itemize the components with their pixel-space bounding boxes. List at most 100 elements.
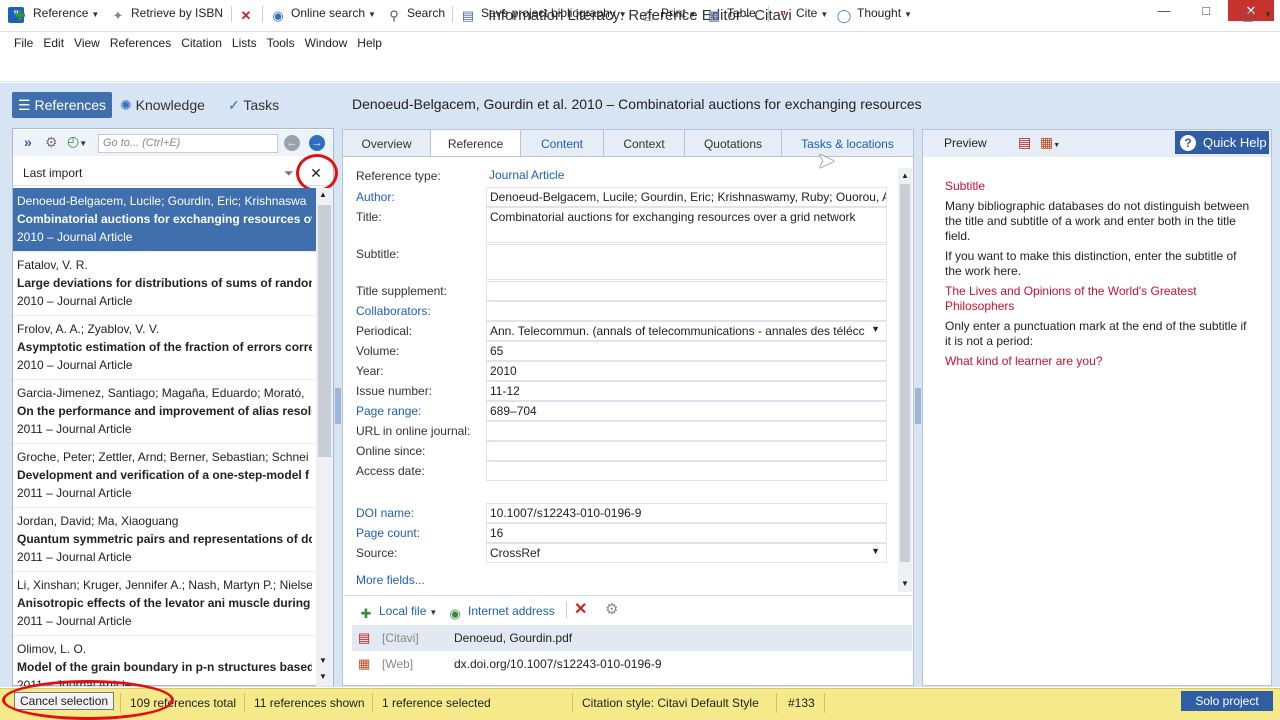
list-item[interactable]: Groche, Peter; Zettler, Arnd; Berner, Se… [13,444,316,508]
bibliography-icon: ▤ [461,8,475,23]
list-item[interactable]: Olimov, L. O. Model of the grain boundary… [13,636,316,686]
year-label: Year: [356,364,384,378]
save-bibliography-button[interactable]: ▤ Save project bibliography ▼ [460,4,627,23]
tab-reference[interactable]: Reference [430,129,521,157]
issue-field[interactable]: 11-12 [486,381,887,401]
retrieve-isbn-button[interactable]: ✦ Retrieve by ISBN [110,4,224,23]
doi-field[interactable]: 10.1007/s12243-010-0196-9 [486,503,887,523]
toolbar-divider [262,6,263,22]
menu-window[interactable]: Window [305,32,348,50]
scroll-end-icon[interactable]: ▼ [319,672,327,681]
subtitle-field[interactable] [486,244,887,280]
access-date-field[interactable] [486,461,887,481]
nav-references[interactable]: ☰ References [12,92,112,118]
title-supplement-field[interactable] [486,281,887,301]
online-since-field[interactable] [486,441,887,461]
books-icon: ☰ [18,97,35,113]
year-field[interactable]: 2010 [486,361,887,381]
gear-icon[interactable]: ⚙ [45,134,58,151]
online-search-button[interactable]: ◉ Online search ▼ [270,4,376,23]
goto-input[interactable]: Go to... (Ctrl+E) [98,134,278,153]
minimize-button[interactable]: — [1150,0,1178,21]
chevron-down-icon: ▼ [91,10,100,19]
add-reference-button[interactable]: ✚ Reference ▼ [12,4,100,23]
menu-tools[interactable]: Tools [267,32,295,50]
scrollbar-thumb[interactable] [318,205,331,457]
menu-view[interactable]: View [74,32,100,50]
delete-attachment-icon[interactable]: ✕ [574,601,587,619]
source-select[interactable]: CrossRef ▼ [486,543,887,563]
chevron-down-icon: ▼ [429,608,438,617]
page-count-field[interactable]: 16 [486,523,887,543]
attachment-row[interactable]: ▤ [Citavi] Denoeud, Gourdin.pdf [352,625,912,651]
cite-button[interactable]: ” Cite ▼ [775,4,829,23]
tab-content[interactable]: Content [520,129,604,157]
globe-add-icon: ◉ [449,606,461,621]
collaborators-field[interactable] [486,301,887,321]
print-button[interactable]: ⎙ Print ▼ [640,4,697,23]
add-file-icon: ✚ [360,606,372,621]
search-button[interactable]: ⚲ Search [386,4,445,23]
subtitle-label: Subtitle: [356,247,400,261]
list-item[interactable]: Garcia-Jimenez, Santiago; Magaña, Eduard… [13,380,316,444]
scroll-up-icon[interactable]: ▲ [319,190,327,199]
web-preview-icon[interactable]: ▦▼ [1040,134,1060,151]
periodical-select[interactable]: Ann. Telecommun. (annals of telecommunic… [486,321,887,341]
status-citation-style[interactable]: Citation style: Citavi Default Style [582,694,759,712]
thought-button[interactable]: ◯ Thought ▼ [836,4,912,23]
list-item[interactable]: Li, Xinshan; Kruger, Jennifer A.; Nash, … [13,572,316,636]
scrollbar-thumb[interactable] [900,184,910,562]
volume-field[interactable]: 65 [486,341,887,361]
url-field[interactable] [486,421,887,441]
menu-lists[interactable]: Lists [232,32,257,50]
forward-arrow-icon[interactable]: → [309,135,325,151]
left-collapse-handle[interactable] [335,388,341,424]
list-item[interactable]: Denoeud-Belgacem, Lucile; Gourdin, Eric;… [13,188,316,252]
history-icon[interactable]: ◴▼ [67,133,87,150]
page-range-field[interactable]: 689–704 [486,401,887,421]
list-item[interactable]: Jordan, David; Ma, Xiaoguang Quantum symm… [13,508,316,572]
table-button[interactable]: ▦ Table [706,4,756,23]
internet-address-button[interactable]: ◉ Internet address [447,602,554,621]
scroll-down-icon[interactable]: ▼ [901,579,909,588]
list-item[interactable]: Fatalov, V. R. Large deviations for distr… [13,252,316,316]
menu-help[interactable]: Help [357,32,382,50]
local-file-button[interactable]: ✚ Local file ▼ [358,602,438,621]
layout-options-button[interactable]: ◫ ▼ [1240,4,1272,23]
menu-citation[interactable]: Citation [181,32,222,50]
gear-icon[interactable]: ⚙ [605,601,618,619]
wand-icon: ✦ [112,8,124,23]
mouse-cursor-icon: ➤ [817,148,836,173]
tab-overview[interactable]: Overview [342,129,431,157]
scroll-up-icon[interactable]: ▲ [901,171,909,180]
tab-context[interactable]: Context [603,129,685,157]
tab-quotations[interactable]: Quotations [684,129,782,157]
pdf-preview-icon[interactable]: ▤ [1018,134,1031,151]
author-label[interactable]: Author: [356,190,395,204]
right-collapse-handle[interactable] [915,388,921,424]
menu-file[interactable]: File [14,32,33,50]
title-field[interactable]: Combinatorial auctions for exchanging re… [486,207,887,243]
delete-button[interactable]: ✕ [238,4,259,23]
volume-label: Volume: [356,344,400,358]
maximize-button[interactable]: □ [1192,0,1220,21]
menu-edit[interactable]: Edit [43,32,64,50]
page-count-label[interactable]: Page count: [356,526,420,540]
attachment-row[interactable]: ▦ [Web] dx.doi.org/10.1007/s12243-010-01… [352,651,912,677]
menu-references[interactable]: References [110,32,171,50]
author-field[interactable]: Denoeud-Belgacem, Lucile; Gourdin, Eric;… [486,187,887,207]
scroll-down-icon[interactable]: ▼ [319,656,327,665]
preview-tab[interactable]: Preview [944,136,987,150]
nav-knowledge[interactable]: ✺ Knowledge [120,92,205,118]
toolbar-divider [231,6,232,22]
expand-chevron-icon[interactable]: » [24,134,32,150]
page-range-label[interactable]: Page range: [356,404,421,418]
nav-tasks[interactable]: ✓ Tasks [228,92,279,118]
doi-label[interactable]: DOI name: [356,506,414,520]
back-arrow-icon[interactable]: ← [284,135,300,151]
more-fields-link[interactable]: More fields... [356,573,425,587]
list-item[interactable]: Frolov, A. A.; Zyablov, V. V. Asymptotic … [13,316,316,380]
collaborators-label[interactable]: Collaborators: [356,304,431,318]
online-since-label: Online since: [356,444,426,458]
tab-tasks-locations[interactable]: Tasks & locations [781,129,914,157]
